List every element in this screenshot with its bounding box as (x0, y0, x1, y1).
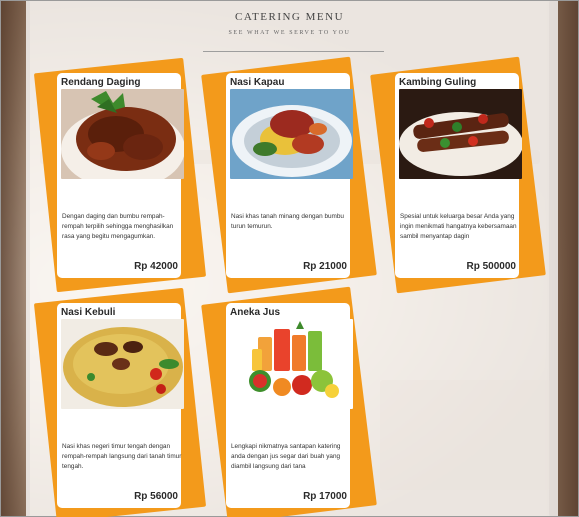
menu-card-kambing-guling[interactable]: Kambing Guling Spesial untuk keluarga be… (370, 56, 546, 294)
nasi-kebuli-plate-icon (61, 319, 184, 409)
card-body: Aneka Jus Lengkapi nikmatnya santapan ka… (226, 303, 353, 508)
beef-rendang-dish-icon (61, 89, 184, 179)
item-description: Spesial untuk keluarga besar Anda yang i… (400, 213, 517, 240)
item-price: Rp 17000 (303, 491, 347, 502)
menu-card-nasi-kebuli[interactable]: Nasi Kebuli Nasi khas negeri timur tenga… (33, 287, 207, 517)
item-description: Dengan daging dan bumbu rempah-rempah te… (62, 213, 174, 240)
item-price: Rp 21000 (303, 261, 347, 272)
item-name: Aneka Jus (230, 307, 281, 318)
card-body: Nasi Kebuli Nasi khas negeri timur tenga… (57, 303, 184, 508)
menu-card-nasi-kapau[interactable]: Nasi Kapau Nasi khas tanah minang dengan… (201, 56, 377, 294)
fruit-juice-glasses-icon (230, 319, 353, 409)
item-price: Rp 500000 (466, 261, 516, 272)
header-divider (203, 51, 384, 52)
item-name: Nasi Kebuli (61, 307, 116, 318)
item-name: Rendang Daging (61, 77, 141, 88)
card-body: Rendang Daging Dengan daging dan bumbu r… (57, 73, 184, 278)
menu-card-rendang-daging[interactable]: Rendang Daging Dengan daging dan bumbu r… (33, 57, 207, 293)
card-body: Nasi Kapau Nasi khas tanah minang dengan… (226, 73, 353, 278)
item-description: Nasi khas negeri timur tengah dengan rem… (62, 443, 182, 470)
item-description: Lengkapi nikmatnya santapan katering and… (231, 443, 341, 470)
item-description: Nasi khas tanah minang dengan bumbu turu… (231, 213, 344, 230)
page-subtitle: SEE WHAT WE SERVE TO YOU (228, 30, 351, 36)
item-price: Rp 42000 (134, 261, 178, 272)
lamb-skewer-plate-icon (399, 89, 522, 179)
nasi-kapau-plate-icon (230, 89, 353, 179)
item-name: Nasi Kapau (230, 77, 285, 88)
card-body: Kambing Guling Spesial untuk keluarga be… (395, 73, 522, 278)
item-name: Kambing Guling (399, 77, 477, 88)
menu-card-aneka-jus[interactable]: Aneka Jus Lengkapi nikmatnya santapan ka… (201, 286, 377, 517)
page-title: CATERING MENU (234, 11, 345, 23)
item-price: Rp 56000 (134, 491, 178, 502)
